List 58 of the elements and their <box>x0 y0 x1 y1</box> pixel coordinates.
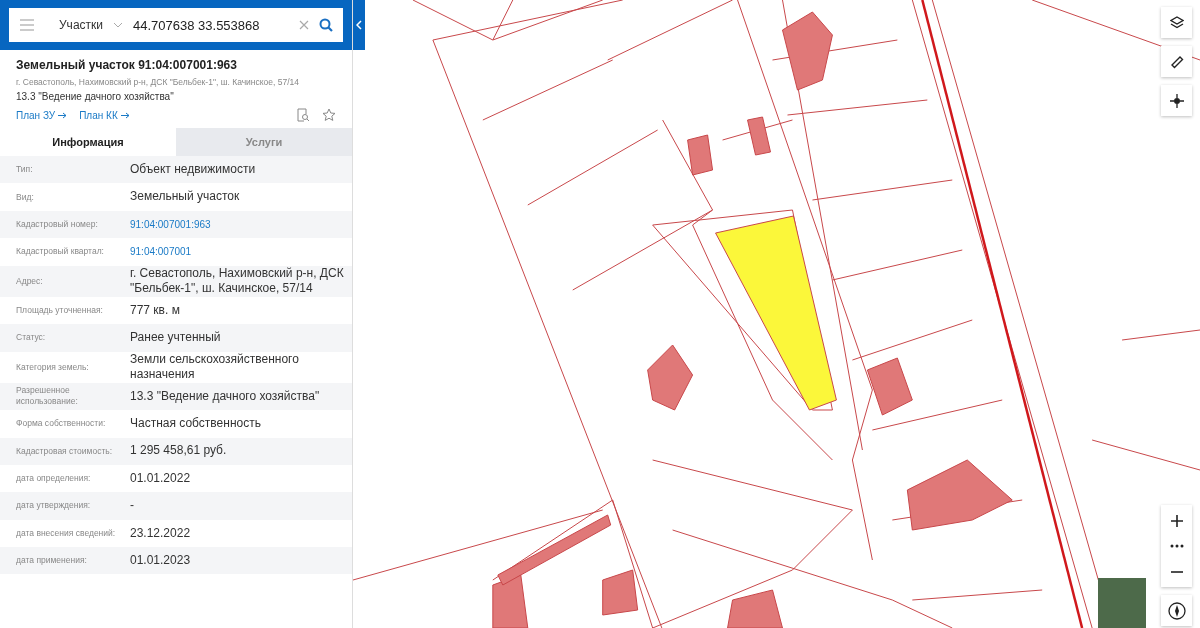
layers-icon <box>1169 15 1184 30</box>
field-value: - <box>130 498 135 514</box>
arrow-right-icon <box>120 111 130 119</box>
field-label: дата внесения сведений: <box>16 527 116 539</box>
field-label: Кадастровая стоимость: <box>16 445 114 457</box>
field-link[interactable]: 91:04:007001 <box>130 245 200 259</box>
field-label: Тип: <box>16 164 34 176</box>
field-link[interactable]: 91:04:007001:963 <box>130 217 219 231</box>
field-label: дата применения: <box>16 555 88 567</box>
minus-icon <box>1169 570 1184 573</box>
arrow-right-icon <box>58 111 68 119</box>
plan-link[interactable]: План ЗУ <box>16 109 68 121</box>
parcel-title: Земельный участок 91:04:007001:963 <box>16 58 238 72</box>
field-label: Площадь уточненная: <box>16 304 104 316</box>
chevron-left-icon[interactable] <box>356 20 362 30</box>
tab[interactable]: Услуги <box>176 128 352 156</box>
ruler-icon <box>1169 54 1184 69</box>
field-label: Форма собственности: <box>16 418 107 430</box>
compass-button[interactable] <box>1161 595 1192 626</box>
field-label: Вид: <box>16 191 35 203</box>
crosshair-icon <box>1169 93 1184 108</box>
satellite-thumbnail[interactable] <box>1098 578 1146 628</box>
field-label: Адрес: <box>16 275 44 287</box>
field-label: дата утверждения: <box>16 500 92 512</box>
field-value: 777 кв. м <box>130 302 181 319</box>
locate-button[interactable] <box>1161 85 1192 116</box>
collapse-tab[interactable] <box>353 0 365 50</box>
field-label: Статус: <box>16 332 47 344</box>
field-value: 01.01.2023 <box>130 552 192 569</box>
field-label: Кадастровый квартал: <box>16 246 105 258</box>
ruler-button[interactable] <box>1161 46 1192 77</box>
field-label: Разрешенное использование: <box>16 385 79 408</box>
field-value: 01.01.2022 <box>130 470 192 487</box>
field-label: дата определения: <box>16 473 92 485</box>
star-icon[interactable] <box>322 108 336 122</box>
field-value: Частная собственность <box>130 416 262 432</box>
field-value: 13.3 "Ведение дачного хозяйства" <box>130 388 321 405</box>
field-value: Ранее учтенный <box>130 330 222 346</box>
field-value: 23.12.2022 <box>130 525 192 542</box>
field-label: Категория земель: <box>16 361 90 373</box>
parcel-usage: 13.3 "Ведение дачного хозяйства" <box>16 91 175 102</box>
more-icon <box>1169 544 1184 548</box>
compass-icon <box>1167 601 1186 620</box>
plus-icon <box>1169 513 1184 528</box>
search-icon[interactable] <box>319 18 333 32</box>
field-value: 1 295 458,61 руб. <box>130 443 228 459</box>
zoom-out-button[interactable] <box>1161 556 1192 587</box>
field-value: Земельный участок <box>130 189 241 205</box>
document-search-icon[interactable] <box>296 108 310 122</box>
zoom-in-button[interactable] <box>1161 505 1192 536</box>
parcel-address: г. Севастополь, Нахимовский р-н, ДСК "Бельбек-1", ш. Качинское, 57/14 <box>16 77 301 87</box>
field-value: г. Севастополь, Нахимовский р-н, ДСК "Бельбек-1", ш. Качинское, 57/14 <box>130 265 345 297</box>
layer-dropdown[interactable]: Участки <box>59 18 103 32</box>
layers-button[interactable] <box>1161 7 1192 38</box>
plan-link[interactable]: План КК <box>79 109 130 121</box>
field-value: Объект недвижимости <box>130 161 257 178</box>
field-value: Земли сельскохозяйственного назначения <box>130 351 300 383</box>
field-label: Кадастровый номер: <box>16 218 99 230</box>
